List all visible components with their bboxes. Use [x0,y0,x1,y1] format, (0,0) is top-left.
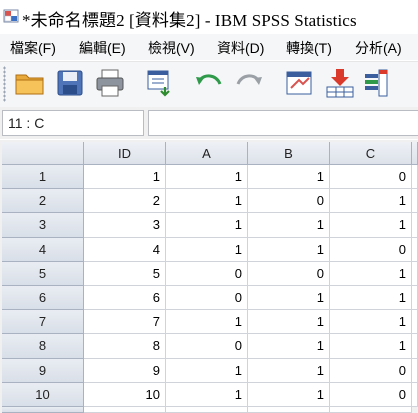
row-header[interactable]: 4 [2,238,84,262]
variables-icon[interactable] [361,66,395,100]
row-header[interactable]: 3 [2,213,84,238]
grid-cell-partial[interactable] [412,334,418,359]
grid-cell-partial[interactable] [412,238,418,262]
grid-cell[interactable]: 4 [84,238,166,262]
row-header[interactable]: 8 [2,334,84,359]
grid-cell[interactable]: 0 [166,262,248,286]
row-header[interactable]: 7 [2,310,84,334]
grid-cell[interactable]: 1 [166,310,248,334]
grid-cell-empty[interactable] [330,407,412,413]
grid-cell[interactable]: 0 [330,359,412,383]
grid-cell[interactable]: 1 [166,238,248,262]
menu-file[interactable]: 檔案(F) [10,38,56,58]
menu-analyze[interactable]: 分析(A) [355,38,402,58]
row-header[interactable]: 6 [2,286,84,310]
column-header[interactable]: C [330,142,412,165]
menu-view[interactable]: 檢視(V) [148,38,195,58]
grid-cell[interactable]: 7 [84,310,166,334]
grid-cell[interactable]: 1 [166,189,248,213]
grid-cell[interactable]: 1 [330,286,412,310]
grid-cell[interactable]: 1 [166,213,248,238]
redo-icon[interactable] [232,66,266,100]
cell-value-field[interactable] [148,110,418,136]
undo-icon[interactable] [192,66,226,100]
grid-cell[interactable]: 2 [84,189,166,213]
grid-cell[interactable]: 9 [84,359,166,383]
grid-cell[interactable]: 1 [248,310,330,334]
column-header-partial[interactable] [412,142,418,165]
print-icon[interactable] [93,66,127,100]
grid-cell[interactable]: 0 [248,189,330,213]
toolbar-grip[interactable] [3,66,6,102]
grid-cell[interactable]: 1 [330,189,412,213]
save-icon[interactable] [53,66,87,100]
grid-cell[interactable]: 10 [84,383,166,407]
grid-cell[interactable]: 5 [84,262,166,286]
grid-cell[interactable]: 0 [248,262,330,286]
grid-cell[interactable]: 0 [330,238,412,262]
grid-cell-partial[interactable] [412,383,418,407]
menu-data[interactable]: 資料(D) [217,38,264,58]
insert-case-icon[interactable] [323,66,357,100]
row-header[interactable]: 9 [2,359,84,383]
row-header[interactable]: 10 [2,383,84,407]
grid-cell-partial[interactable] [412,165,418,189]
menu-transform[interactable]: 轉換(T) [286,38,332,58]
grid-cell[interactable]: 0 [166,286,248,310]
grid-cell-empty[interactable] [166,407,248,413]
grid-cell[interactable]: 0 [330,383,412,407]
grid-cell[interactable]: 6 [84,286,166,310]
row-header[interactable]: 1 [2,165,84,189]
grid-cell-partial[interactable] [412,189,418,213]
column-header[interactable]: ID [84,142,166,165]
grid-cell[interactable]: 1 [166,165,248,189]
dialog-recall-icon[interactable] [143,66,177,100]
grid-cell-partial[interactable] [412,359,418,383]
grid-cell[interactable]: 1 [248,286,330,310]
grid-cell-partial[interactable] [412,262,418,286]
grid-cell[interactable]: 1 [248,359,330,383]
grid-cell-empty[interactable] [248,407,330,413]
goto-case-icon[interactable] [283,66,317,100]
grid-cell[interactable]: 0 [166,334,248,359]
cell-reference-field[interactable]: 11 : C [2,110,144,136]
column-header[interactable]: A [166,142,248,165]
grid-cell[interactable]: 1 [166,383,248,407]
grid-cell[interactable]: 3 [84,213,166,238]
column-header[interactable]: B [248,142,330,165]
grid-cell[interactable]: 1 [248,165,330,189]
grid-cell[interactable]: 1 [248,238,330,262]
grid-cell-empty[interactable] [84,407,166,413]
grid-cell[interactable]: 0 [330,165,412,189]
grid-cell[interactable]: 1 [248,334,330,359]
grid-cell[interactable]: 1 [330,334,412,359]
grid-cell[interactable]: 1 [330,262,412,286]
row-header[interactable]: 5 [2,262,84,286]
grid-cell[interactable]: 1 [166,359,248,383]
grid-cell-partial[interactable] [412,310,418,334]
grid-cell[interactable]: 8 [84,334,166,359]
grid-corner[interactable] [2,142,84,165]
grid-cell-partial[interactable] [412,213,418,238]
grid-cell[interactable]: 1 [330,310,412,334]
window-title: *未命名標題2 [資料集2] - IBM SPSS Statistics [22,11,357,30]
grid-cell[interactable]: 1 [84,165,166,189]
grid-cell-partial[interactable] [412,286,418,310]
spss-app-icon[interactable] [3,8,19,24]
open-folder-icon[interactable] [13,66,47,100]
grid-cell[interactable]: 1 [330,213,412,238]
grid-cell[interactable]: 1 [248,383,330,407]
menu-edit[interactable]: 編輯(E) [79,38,126,58]
row-header[interactable]: 2 [2,189,84,213]
grid-cell[interactable]: 1 [248,213,330,238]
row-header-empty[interactable] [2,407,84,413]
